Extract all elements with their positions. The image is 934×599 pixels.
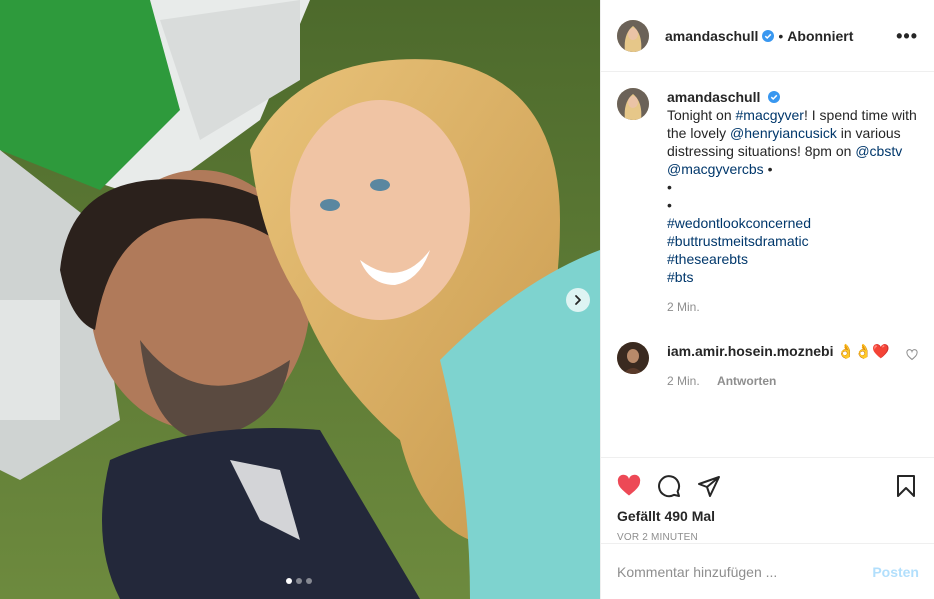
post-timestamp: VOR 2 MINUTEN bbox=[617, 532, 698, 543]
comment-input[interactable] bbox=[617, 563, 873, 580]
comment-text: 👌👌❤️ bbox=[837, 343, 890, 359]
selfie-image bbox=[0, 0, 600, 599]
more-options-button[interactable]: ••• bbox=[896, 27, 918, 45]
post-actions: Gefällt 490 Mal VOR 2 MINUTEN bbox=[601, 457, 934, 543]
carousel-dot bbox=[296, 578, 302, 584]
post-photo[interactable] bbox=[0, 0, 600, 599]
profile-photo-icon bbox=[617, 88, 649, 120]
reply-button[interactable]: Antworten bbox=[717, 374, 776, 388]
caption-username[interactable]: amandaschull bbox=[667, 89, 760, 105]
bookmark-icon bbox=[897, 475, 915, 497]
verified-badge-icon bbox=[762, 29, 775, 42]
comment-username[interactable]: iam.amir.hosein.moznebi bbox=[667, 343, 834, 359]
profile-photo-icon bbox=[617, 19, 649, 52]
post-header: amandaschull • Abonniert ••• bbox=[601, 0, 934, 72]
save-button[interactable] bbox=[894, 474, 918, 498]
mention-link[interactable]: @macgyvercbs bbox=[667, 161, 764, 177]
carousel-indicator bbox=[286, 578, 312, 584]
caption-body: amandaschull Tonight on #macgyver! I spe… bbox=[667, 88, 918, 316]
hashtag-link[interactable]: #buttrustmeitsdramatic bbox=[667, 232, 918, 250]
post-side-panel: amandaschull • Abonniert ••• amandaschul… bbox=[600, 0, 934, 599]
avatar[interactable] bbox=[617, 19, 649, 52]
add-comment-bar: Posten bbox=[601, 543, 934, 599]
caption-meta: 2 Min. bbox=[667, 298, 918, 316]
hashtag-link[interactable]: #thesearebts bbox=[667, 250, 918, 268]
action-icons-row bbox=[617, 466, 918, 506]
share-button[interactable] bbox=[697, 474, 721, 498]
mention-link[interactable]: @cbstv bbox=[855, 143, 902, 159]
like-comment-heart-icon[interactable] bbox=[906, 348, 918, 361]
likes-count[interactable]: Gefällt 490 Mal bbox=[617, 508, 918, 524]
caption: amandaschull Tonight on #macgyver! I spe… bbox=[617, 88, 918, 316]
hashtag-link[interactable]: #bts bbox=[667, 268, 918, 286]
header-username[interactable]: amandaschull bbox=[665, 28, 758, 44]
paper-plane-icon bbox=[698, 476, 720, 497]
comment-body: iam.amir.hosein.moznebi 👌👌❤️ 2 Min. Antw… bbox=[667, 342, 896, 390]
hashtag-link[interactable]: #wedontlookconcerned bbox=[667, 214, 918, 232]
comment-time[interactable]: 2 Min. bbox=[667, 374, 700, 388]
avatar[interactable] bbox=[617, 88, 649, 120]
like-button[interactable] bbox=[617, 474, 641, 498]
header-separator: • bbox=[778, 27, 784, 44]
post-comment-button[interactable]: Posten bbox=[872, 564, 919, 580]
caption-time[interactable]: 2 Min. bbox=[667, 300, 700, 314]
mention-link[interactable]: @henryiancusick bbox=[730, 125, 837, 141]
caption-text: • bbox=[763, 161, 773, 177]
carousel-dot bbox=[306, 578, 312, 584]
caption-text: Tonight on bbox=[667, 107, 736, 123]
comments-section: amandaschull Tonight on #macgyver! I spe… bbox=[601, 72, 934, 457]
profile-photo-icon bbox=[617, 342, 649, 374]
hashtag-link[interactable]: #macgyver bbox=[736, 107, 804, 123]
heart-filled-icon bbox=[617, 474, 641, 496]
follow-status-button[interactable]: Abonniert bbox=[787, 28, 853, 44]
caption-bullet: • bbox=[667, 197, 672, 213]
comment-meta: 2 Min. Antworten bbox=[667, 372, 896, 390]
instagram-post: amandaschull • Abonniert ••• amandaschul… bbox=[0, 0, 934, 599]
avatar[interactable] bbox=[617, 342, 649, 374]
chevron-right-icon bbox=[575, 295, 581, 305]
verified-badge-icon bbox=[768, 91, 781, 103]
comment-bubble-icon bbox=[658, 475, 681, 498]
carousel-dot-active bbox=[286, 578, 292, 584]
carousel-next-button[interactable] bbox=[566, 288, 590, 312]
comment-button[interactable] bbox=[657, 474, 681, 498]
comment-item: iam.amir.hosein.moznebi 👌👌❤️ 2 Min. Antw… bbox=[617, 342, 918, 390]
caption-bullet: • bbox=[667, 179, 672, 195]
